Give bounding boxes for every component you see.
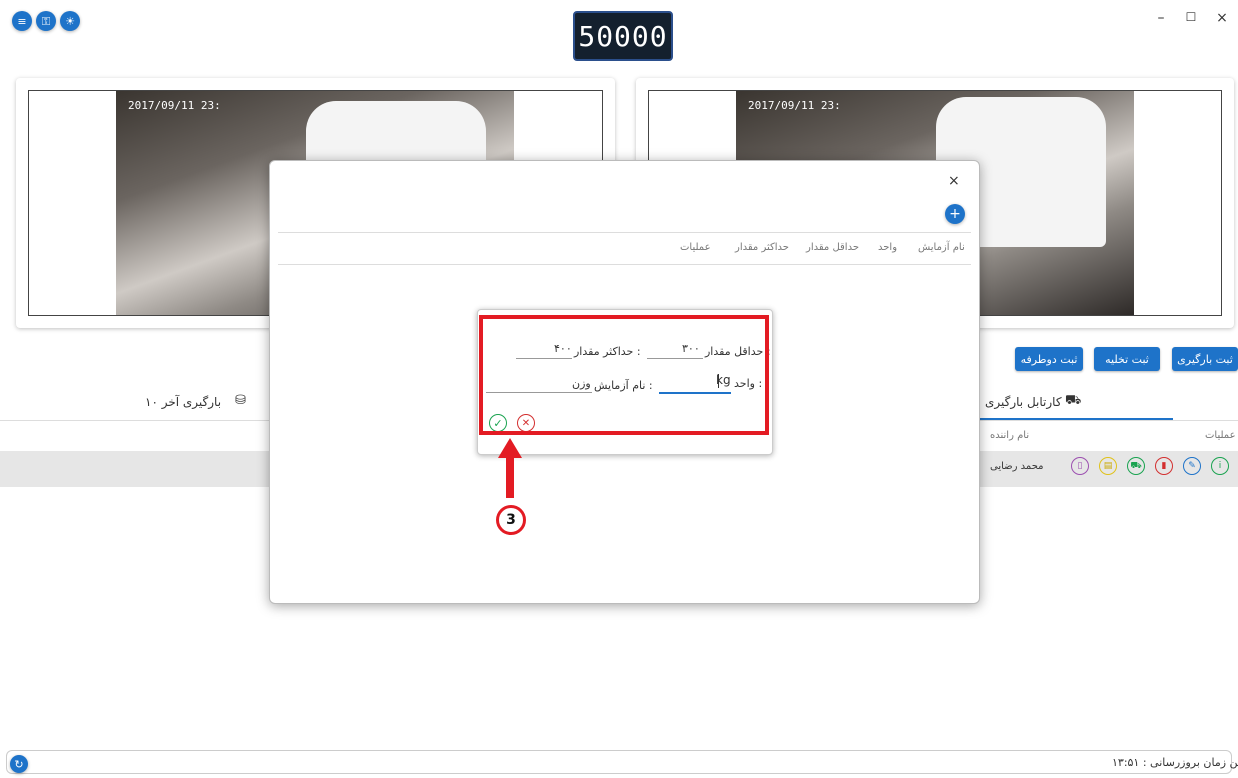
key-icon[interactable]: ⚿ [36, 11, 56, 31]
annotation-step-number: 3 [506, 512, 516, 528]
tab-cartable-label: کارتابل بارگیری [985, 395, 1062, 409]
header-test-name: نام آزمایش [918, 242, 965, 253]
brightness-icon[interactable]: ☀ [60, 11, 80, 31]
camera-timestamp-right: 2017/09/11 23: [748, 99, 841, 112]
modal-header-top-line [278, 232, 971, 233]
header-operations: عملیات [680, 242, 711, 253]
menu-icon[interactable]: ≡ [12, 11, 32, 31]
annotation-arrow [498, 438, 522, 498]
header-unit: واحد [878, 242, 898, 253]
edit-icon[interactable]: ✎ [1183, 457, 1201, 475]
delete-icon[interactable]: ▮ [1155, 457, 1173, 475]
minimize-button[interactable]: – [1152, 10, 1170, 26]
driver-name-cell: محمد رضایی [990, 461, 1044, 472]
col-driver-header: نام راننده [990, 430, 1030, 441]
info-icon[interactable]: i [1211, 457, 1229, 475]
tab-cartable[interactable]: کارتابل بارگیری ⛟ [975, 384, 1173, 420]
database-icon: ⛁ [235, 393, 246, 408]
tab-last-loadings[interactable]: ۱۰ بارگیری آخر ⛁ [140, 384, 270, 420]
register-unloading-button[interactable]: ثبت تخلیه [1094, 347, 1160, 371]
document-icon[interactable]: ▤ [1099, 457, 1117, 475]
maximize-button[interactable]: ☐ [1182, 10, 1200, 24]
register-two-way-button[interactable]: ثبت دوطرفه [1015, 347, 1083, 371]
annotation-highlight-box [479, 315, 769, 435]
modal-close-button[interactable]: × [948, 173, 960, 189]
scale-display: 50000 [573, 11, 673, 61]
close-button[interactable]: × [1213, 10, 1231, 26]
refresh-icon[interactable]: ↻ [10, 755, 28, 773]
add-test-button[interactable]: + [945, 204, 965, 224]
col-operations-header: عملیات [1205, 430, 1236, 441]
trash-icon[interactable]: ▯ [1071, 457, 1089, 475]
modal-header-bottom-line [278, 264, 971, 265]
truck-action-icon[interactable]: ⛟ [1127, 457, 1145, 475]
last-update-text: آخرین زمان بروزرسانی : ۱۳:۵۱ [1112, 756, 1238, 769]
header-max: حداکثر مقدار [735, 242, 789, 253]
camera-timestamp-left: 2017/09/11 23: [128, 99, 221, 112]
register-loading-button[interactable]: ثبت بارگیری [1172, 347, 1238, 371]
header-min: حداقل مقدار [806, 242, 860, 253]
footer-bar [6, 750, 1232, 774]
annotation-step-badge: 3 [496, 505, 526, 535]
tab-last-loadings-label: ۱۰ بارگیری آخر [145, 395, 222, 409]
truck-icon: ⛟ [1065, 393, 1082, 408]
